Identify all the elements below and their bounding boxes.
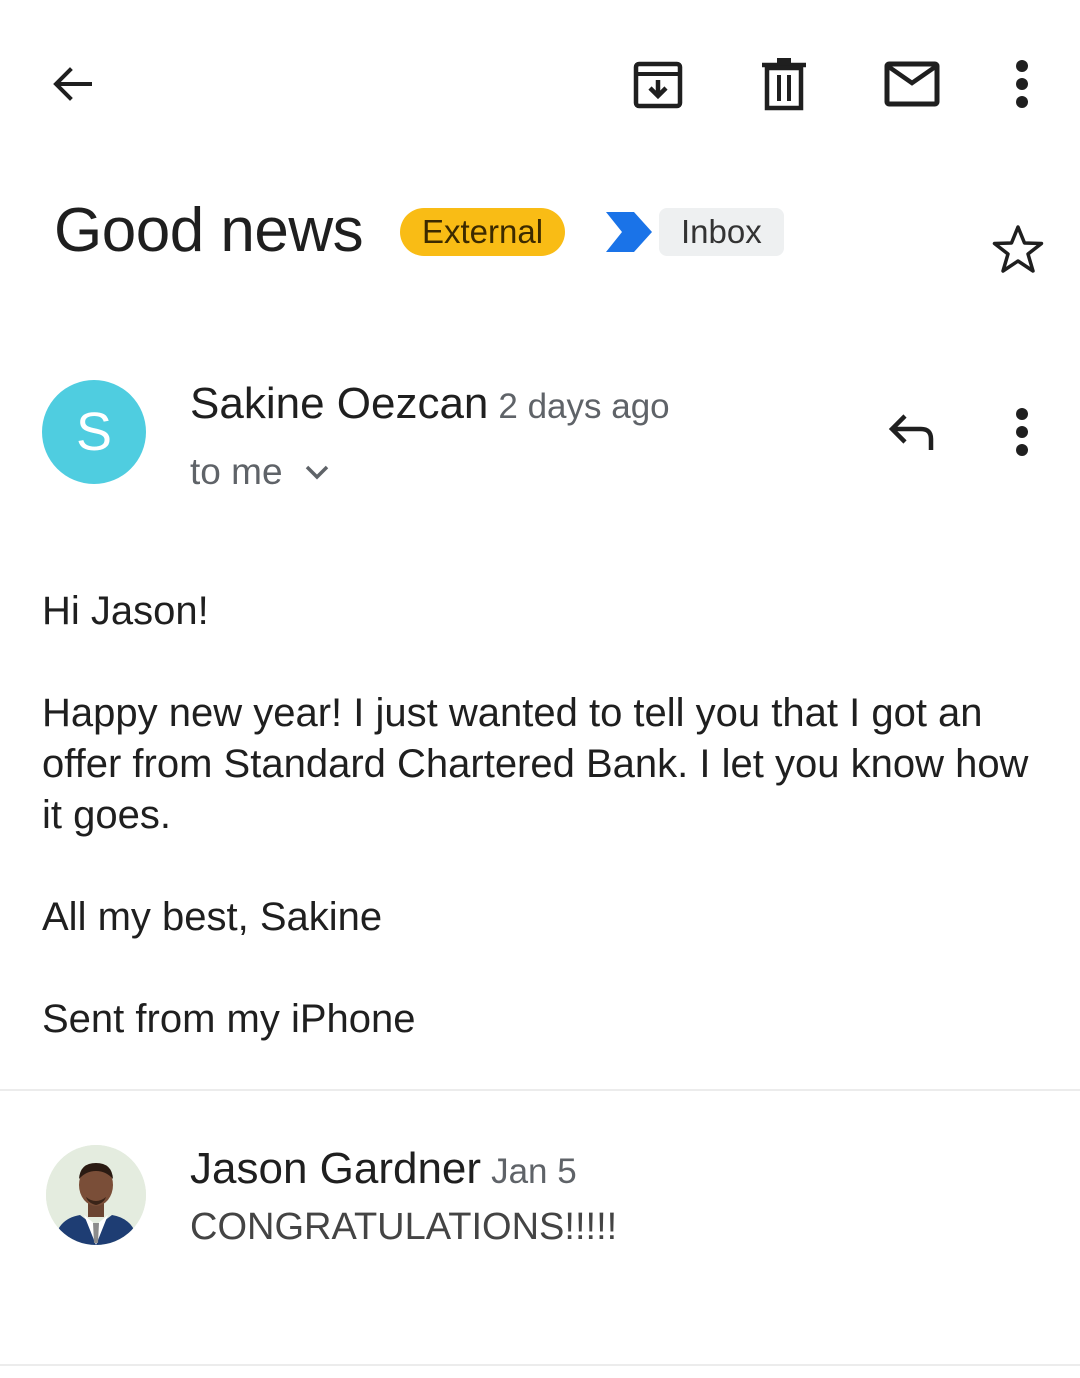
trash-icon	[762, 58, 806, 111]
more-vert-icon	[1016, 60, 1028, 108]
reply-button[interactable]	[880, 402, 944, 462]
reply-icon	[888, 414, 934, 450]
sender-line: Sakine Oezcan 2 days ago	[190, 377, 670, 434]
more-options-button[interactable]	[998, 52, 1046, 116]
bottom-divider	[0, 1364, 1080, 1366]
reply-sender-avatar[interactable]	[46, 1145, 146, 1245]
mark-unread-button[interactable]	[878, 52, 946, 116]
chevron-down-icon	[305, 465, 328, 480]
reply-time: Jan 5	[491, 1152, 577, 1191]
reply-sender-line[interactable]: Jason Gardner Jan 5	[190, 1142, 577, 1199]
reply-sender-name: Jason Gardner	[190, 1144, 482, 1193]
arrow-back-icon	[53, 67, 92, 101]
recipients-toggle[interactable]: to me	[190, 448, 329, 496]
importance-marker-icon	[606, 212, 652, 257]
reply-snippet[interactable]: CONGRATULATIONS!!!!!	[190, 1203, 617, 1251]
sender-name: Sakine Oezcan	[190, 379, 489, 428]
inbox-label[interactable]: Inbox	[659, 208, 784, 256]
star-outline-icon	[992, 225, 1044, 273]
message-divider	[0, 1089, 1080, 1091]
archive-button[interactable]	[626, 52, 690, 116]
back-button[interactable]	[40, 52, 104, 116]
body-greeting: Hi Jason!	[42, 589, 209, 633]
external-label: External	[400, 208, 566, 256]
delete-button[interactable]	[752, 52, 816, 116]
body-signature: Sent from my iPhone	[42, 997, 416, 1041]
more-vert-icon	[1016, 408, 1028, 456]
message-time: 2 days ago	[498, 387, 670, 426]
mail-icon	[884, 61, 940, 107]
message-more-button[interactable]	[998, 400, 1046, 464]
archive-icon	[633, 61, 683, 109]
recipients-label: to me	[190, 451, 283, 492]
email-subject: Good news	[54, 196, 364, 265]
body-paragraph: Happy new year! I just wanted to tell yo…	[42, 691, 1029, 837]
body-signoff: All my best, Sakine	[42, 895, 383, 939]
sender-avatar[interactable]: S	[42, 380, 146, 484]
star-button[interactable]	[986, 218, 1050, 282]
